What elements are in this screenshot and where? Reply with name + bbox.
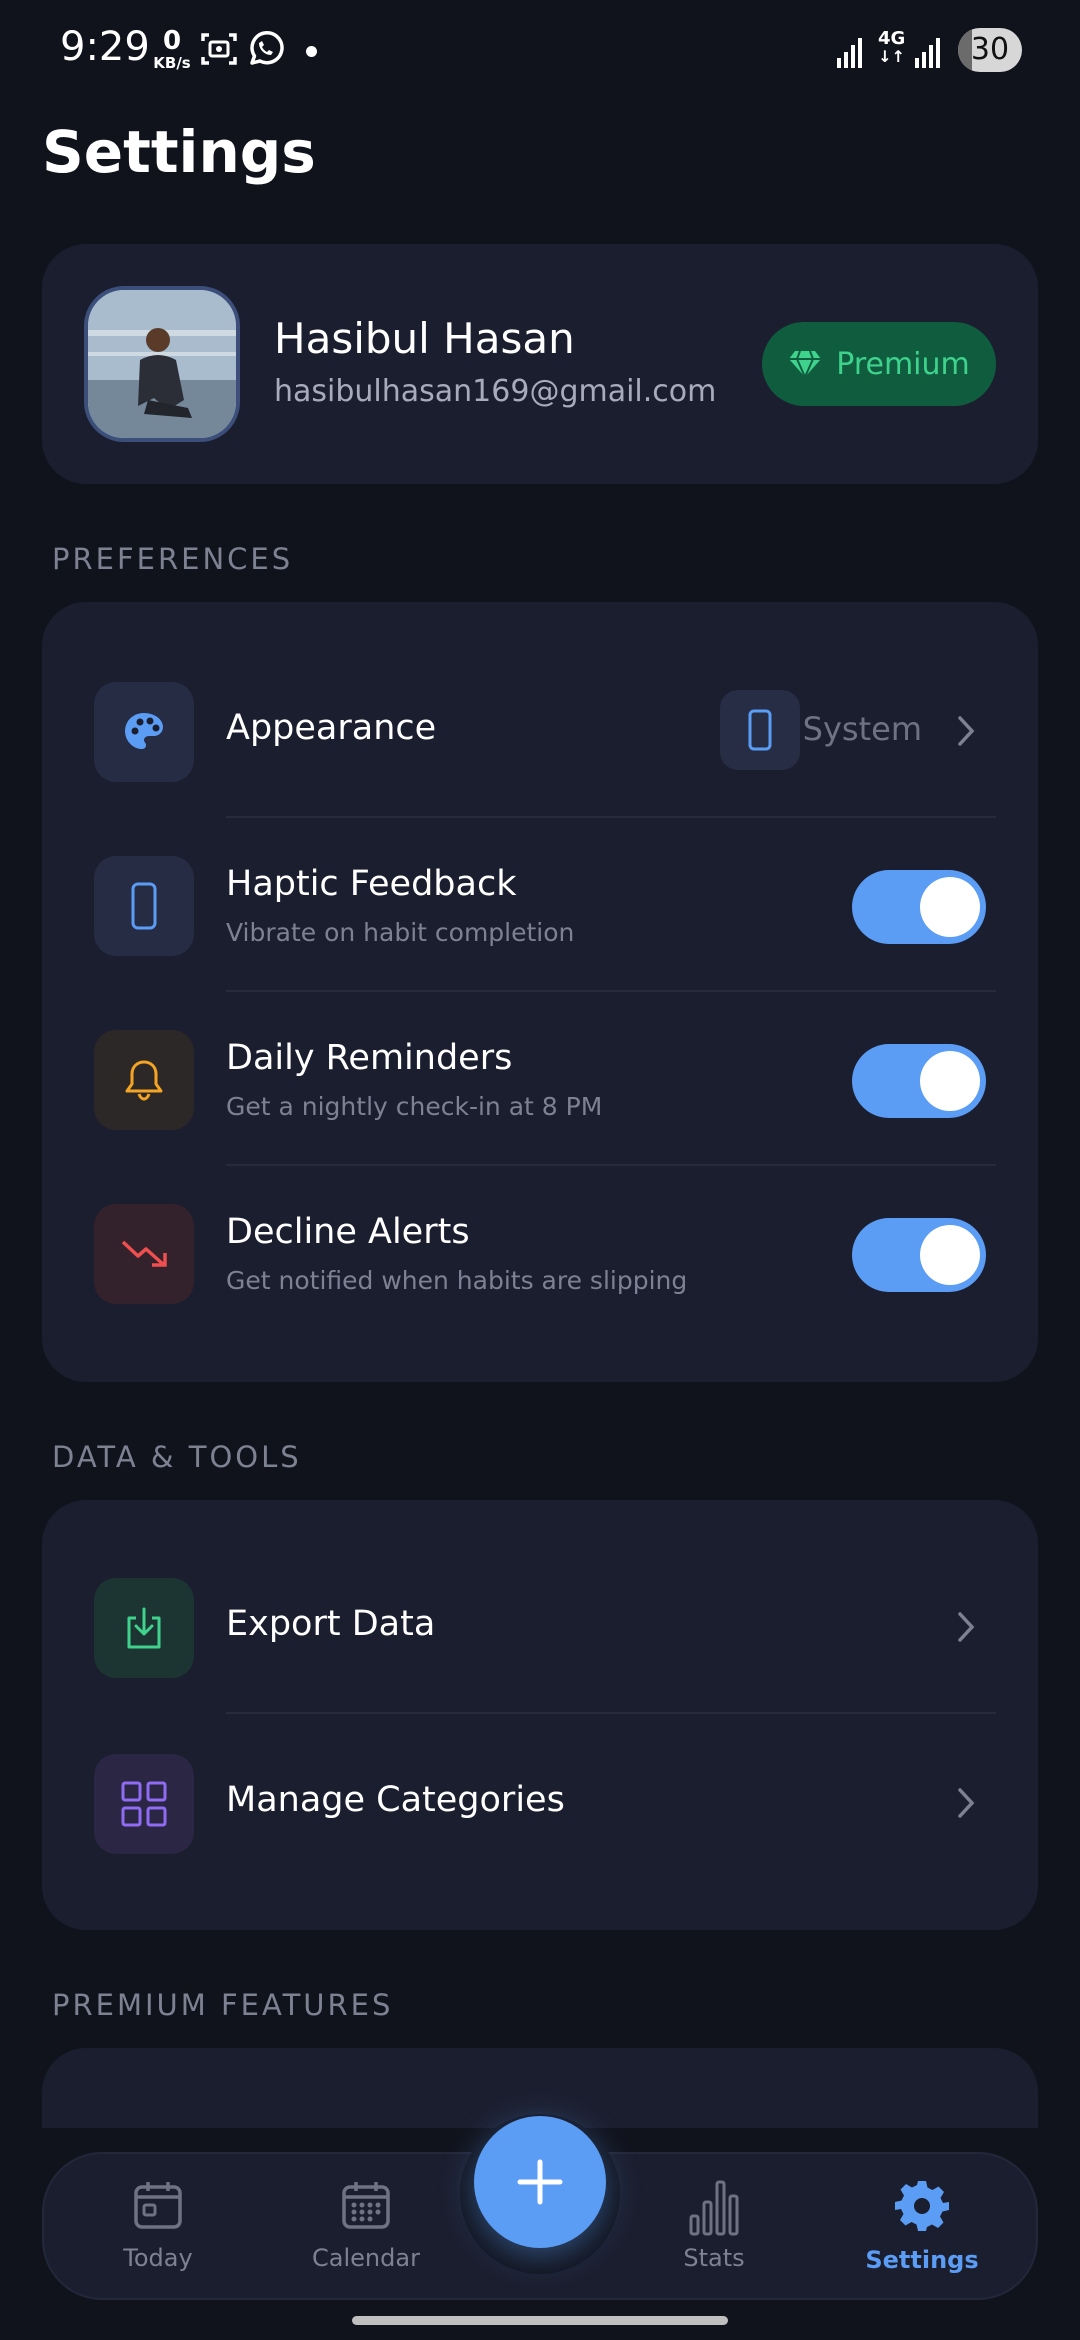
nav-item-stats[interactable]: Stats xyxy=(634,2178,794,2272)
profile-name: Hasibul Hasan xyxy=(274,314,575,363)
reminders-subtitle: Get a nightly check-in at 8 PM xyxy=(226,1092,603,1121)
haptic-toggle[interactable] xyxy=(852,870,986,944)
decline-subtitle: Get notified when habits are slipping xyxy=(226,1266,688,1295)
chevron-right-icon xyxy=(958,1612,975,1642)
phone-icon xyxy=(748,709,772,751)
trending-down-icon xyxy=(121,1240,167,1267)
today-icon xyxy=(134,2182,182,2229)
profile-card[interactable]: Hasibul Hasan hasibulhasan169@gmail.com … xyxy=(42,244,1038,484)
setting-decline-alerts: Decline Alerts Get notified when habits … xyxy=(42,1166,1038,1340)
setting-appearance[interactable]: Appearance System xyxy=(42,602,1038,818)
preferences-card: Appearance System Haptic Feedback Vibrat… xyxy=(42,602,1038,1382)
section-label-preferences: PREFERENCES xyxy=(52,542,294,576)
toggle-knob xyxy=(920,877,980,937)
add-habit-button[interactable] xyxy=(474,2116,606,2248)
home-indicator[interactable] xyxy=(352,2316,728,2325)
reminders-title: Daily Reminders xyxy=(226,1038,513,1078)
gear-icon xyxy=(895,2181,949,2231)
premium-label: Premium xyxy=(836,346,970,382)
network-speed-value: 0 xyxy=(162,26,182,56)
appearance-value: System xyxy=(802,710,922,748)
manage-categories-row[interactable]: Manage Categories xyxy=(42,1714,1038,1894)
row-icon-haptic xyxy=(94,856,194,956)
nav-item-today[interactable]: Today xyxy=(78,2178,238,2272)
chevron-right-icon xyxy=(958,716,975,746)
nav-item-settings[interactable]: Settings xyxy=(842,2178,1002,2274)
network-speed-unit: KB/s xyxy=(153,54,191,72)
phone-icon xyxy=(131,882,157,930)
grid-icon xyxy=(121,1781,167,1827)
section-label-data-tools: DATA & TOOLS xyxy=(52,1440,302,1474)
export-data-title: Export Data xyxy=(226,1604,436,1644)
battery-indicator: 30 xyxy=(958,28,1022,72)
stats-icon xyxy=(689,2180,739,2236)
chevron-right-icon xyxy=(958,1788,975,1818)
data-tools-card: Export Data Manage Categories xyxy=(42,1500,1038,1930)
nav-label-calendar: Calendar xyxy=(312,2244,420,2272)
profile-email: hasibulhasan169@gmail.com xyxy=(274,374,717,409)
page-title: Settings xyxy=(42,118,316,186)
row-icon-categories xyxy=(94,1754,194,1854)
screenshot-icon xyxy=(201,33,237,65)
whatsapp-icon xyxy=(250,31,284,65)
calendar-icon xyxy=(342,2182,390,2229)
status-bar: 9:29 0 KB/s 4G ↓↑ 30 xyxy=(0,0,1080,100)
network-type-label: 4G xyxy=(878,28,906,49)
export-data-row[interactable]: Export Data xyxy=(42,1500,1038,1714)
profile-photo xyxy=(88,290,236,438)
row-icon-decline xyxy=(94,1204,194,1304)
section-label-premium-features: PREMIUM FEATURES xyxy=(52,1988,394,2022)
toggle-knob xyxy=(920,1225,980,1285)
avatar xyxy=(84,286,240,442)
decline-toggle[interactable] xyxy=(852,1218,986,1292)
haptic-title: Haptic Feedback xyxy=(226,864,517,904)
settings-screen: 9:29 0 KB/s 4G ↓↑ 30 Settings Hasibul Ha… xyxy=(0,0,1080,2340)
decline-title: Decline Alerts xyxy=(226,1212,470,1252)
signal-icon xyxy=(837,38,862,68)
bell-icon xyxy=(125,1060,163,1101)
appearance-chip xyxy=(720,690,800,770)
nav-label-settings: Settings xyxy=(865,2246,979,2274)
nav-label-today: Today xyxy=(123,2244,193,2272)
signal-icon-2 xyxy=(915,38,940,68)
toggle-knob xyxy=(920,1051,980,1111)
manage-categories-title: Manage Categories xyxy=(226,1780,565,1820)
appearance-title: Appearance xyxy=(226,708,437,748)
setting-daily-reminders: Daily Reminders Get a nightly check-in a… xyxy=(42,992,1038,1166)
haptic-subtitle: Vibrate on habit completion xyxy=(226,918,575,947)
nav-label-stats: Stats xyxy=(683,2244,745,2272)
battery-level: 30 xyxy=(970,32,1010,67)
palette-icon xyxy=(125,713,163,749)
row-icon-appearance xyxy=(94,682,194,782)
diamond-icon xyxy=(789,350,822,379)
row-icon-reminders xyxy=(94,1030,194,1130)
notification-dot xyxy=(306,46,317,57)
reminders-toggle[interactable] xyxy=(852,1044,986,1118)
row-icon-export xyxy=(94,1578,194,1678)
plus-icon xyxy=(517,2159,563,2205)
premium-button[interactable]: Premium xyxy=(762,322,996,406)
nav-item-calendar[interactable]: Calendar xyxy=(286,2178,446,2272)
download-icon xyxy=(127,1607,161,1649)
setting-haptic-feedback: Haptic Feedback Vibrate on habit complet… xyxy=(42,818,1038,992)
status-time: 9:29 xyxy=(60,24,150,70)
network-speed: 0 KB/s xyxy=(150,28,194,71)
network-type: 4G ↓↑ xyxy=(878,28,906,66)
